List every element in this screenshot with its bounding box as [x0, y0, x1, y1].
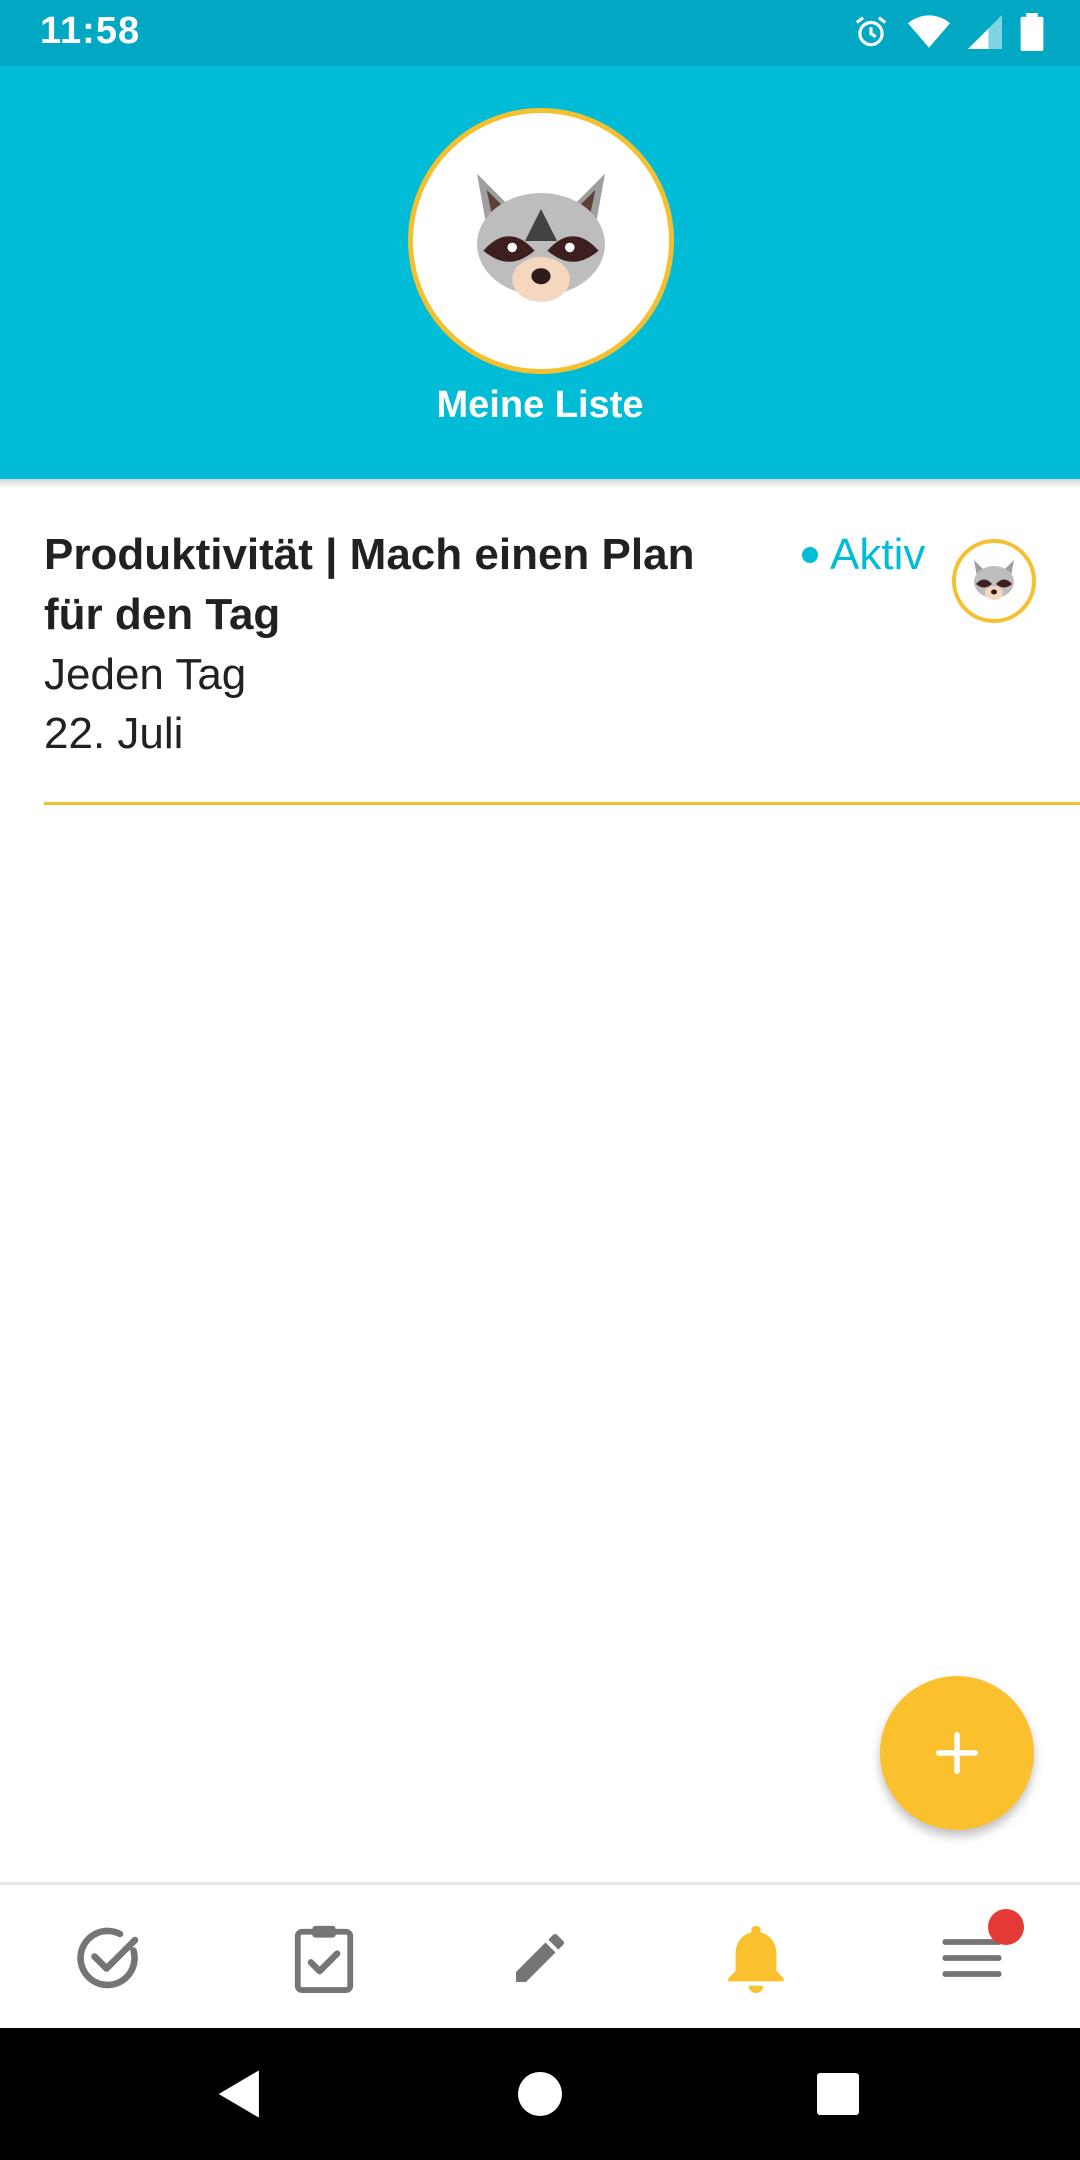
raccoon-icon: [477, 173, 605, 302]
list-item[interactable]: Produktivität | Mach einen Plan für den …: [0, 489, 1080, 805]
nav-item-check[interactable]: [0, 1885, 216, 2031]
nav-item-reminders[interactable]: [648, 1885, 864, 2031]
alarm-icon: [852, 13, 890, 51]
recents-button[interactable]: [778, 2028, 898, 2160]
nav-item-menu[interactable]: [864, 1885, 1080, 2031]
plus-icon: [935, 1731, 979, 1775]
home-button[interactable]: [480, 2028, 600, 2160]
item-frequency: Jeden Tag: [44, 650, 247, 699]
list-header: Meine Liste: [0, 66, 1080, 479]
status-icons: [852, 12, 1044, 52]
pencil-icon: [516, 1933, 565, 1982]
check-circle-icon: [77, 1927, 139, 1989]
item-date: 22. Juli: [44, 709, 184, 758]
wifi-icon: [908, 14, 950, 50]
status-badge: Aktiv: [802, 525, 925, 585]
nav-item-edit[interactable]: [432, 1885, 648, 2031]
status-time: 11:58: [40, 10, 141, 52]
battery-icon: [1020, 13, 1044, 51]
cell-signal-icon: [968, 14, 1002, 50]
bell-icon: [728, 1925, 784, 1993]
system-navigation-bar: [0, 2028, 1080, 2160]
notification-badge: [988, 1909, 1024, 1945]
bottom-navigation: [0, 1882, 1080, 2031]
back-button[interactable]: [180, 2028, 300, 2160]
home-icon: [518, 2072, 562, 2116]
status-bar: 11:58: [0, 0, 1080, 66]
nav-item-tasks[interactable]: [216, 1885, 432, 2031]
recents-icon: [817, 2073, 859, 2115]
item-divider: [44, 802, 1080, 805]
status-dot-icon: [802, 547, 818, 563]
header-shadow: [0, 479, 1080, 489]
item-avatar: [952, 539, 1036, 623]
list-title: Meine Liste: [436, 384, 644, 426]
status-label: Aktiv: [830, 530, 926, 579]
clipboard-check-icon: [294, 1925, 354, 1993]
add-button[interactable]: [880, 1676, 1034, 1830]
item-title: Produktivität | Mach einen Plan für den …: [44, 530, 695, 639]
raccoon-icon: [974, 560, 1014, 600]
back-icon: [218, 2070, 259, 2118]
raccoon-avatar[interactable]: [408, 108, 674, 374]
